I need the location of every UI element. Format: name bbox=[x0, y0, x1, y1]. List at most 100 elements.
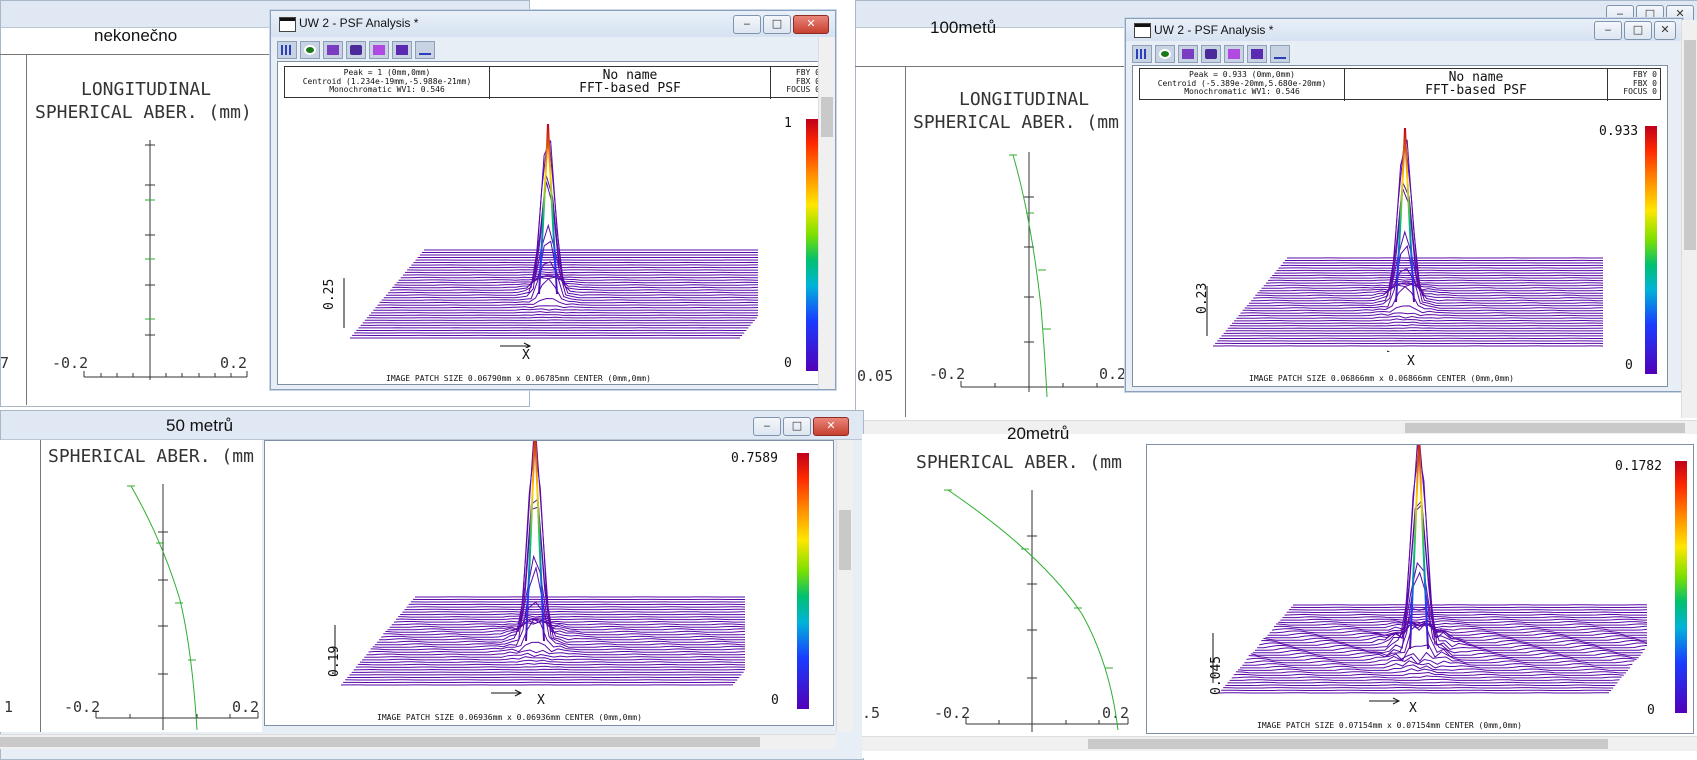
colorbar-max: 0.933 bbox=[1599, 124, 1638, 139]
psf-trace bbox=[1272, 275, 1603, 276]
psf-trace bbox=[407, 607, 746, 608]
psf-trace bbox=[373, 309, 758, 310]
circle-icon[interactable] bbox=[1201, 45, 1221, 63]
psf-trace bbox=[392, 225, 758, 287]
psf-trace bbox=[1251, 140, 1603, 301]
target-icon[interactable] bbox=[300, 41, 320, 59]
psf-vertical-scrollbar[interactable] bbox=[818, 37, 835, 389]
psf-plot-q3: 0.7589 0 0.19 X IMAGE PATCH SIZE 0.06936… bbox=[264, 440, 834, 726]
psf-colorbar bbox=[806, 119, 818, 371]
aberration-plot-q2: LONGITUDINAL SPHERICAL ABER. (mm -0.2 0.… bbox=[855, 66, 1137, 417]
psf-trace bbox=[1266, 281, 1603, 283]
psf-trace bbox=[1228, 682, 1618, 683]
vertical-scrollbar-q3[interactable] bbox=[836, 440, 853, 732]
aberration-axes bbox=[0, 440, 262, 732]
psf-colorbar bbox=[797, 453, 809, 709]
psf-title-bar[interactable]: UW 2 - PSF Analysis * ‒ □ ✕ bbox=[1126, 19, 1682, 41]
psf-trace bbox=[360, 660, 745, 662]
maximize-button[interactable]: □ bbox=[1624, 21, 1652, 40]
maximize-button[interactable]: □ bbox=[783, 417, 811, 436]
psf-plot: Peak = 1 (0mm,0mm)Centroid (1.234e-19mm,… bbox=[277, 61, 831, 385]
quadrant-title-q4: 20metrů bbox=[1007, 424, 1069, 444]
close-button[interactable]: ✕ bbox=[813, 417, 849, 436]
target-icon[interactable] bbox=[1155, 45, 1175, 63]
text-icon[interactable] bbox=[1178, 45, 1198, 63]
psf-trace bbox=[1232, 676, 1622, 678]
psf-trace bbox=[1287, 612, 1647, 613]
quadrant-title-q2: 100metů bbox=[930, 18, 996, 38]
minimize-button[interactable]: ‒ bbox=[733, 15, 761, 34]
psf-trace bbox=[1278, 621, 1647, 623]
dot-icon[interactable] bbox=[1247, 45, 1267, 63]
psf-trace bbox=[354, 669, 745, 670]
psf-trace bbox=[396, 617, 745, 619]
focus-text: FOCUS 0 bbox=[1610, 88, 1657, 97]
z-scale-label: 0.25 bbox=[322, 279, 337, 310]
psf-trace bbox=[1223, 688, 1613, 689]
wavelength-text: Monochromatic WV1: 0.546 bbox=[1140, 88, 1344, 97]
psf-footer: IMAGE PATCH SIZE 0.06790mm x 0.06785mm C… bbox=[386, 374, 651, 383]
title-bar bbox=[1, 411, 863, 440]
psf-window-q1[interactable]: UW 2 - PSF Analysis * ‒ □ ✕ Peak = 1 (0m… bbox=[270, 10, 836, 390]
aberration-axes bbox=[0, 55, 272, 405]
horizontal-scrollbar-q2[interactable] bbox=[855, 420, 1697, 435]
app-icon bbox=[279, 17, 296, 32]
grid-icon[interactable] bbox=[1132, 45, 1152, 63]
lines-icon[interactable] bbox=[1224, 45, 1244, 63]
psf-trace bbox=[403, 274, 758, 275]
lines-icon[interactable] bbox=[369, 41, 389, 59]
curve-icon[interactable] bbox=[415, 41, 435, 59]
app-icon bbox=[1134, 23, 1151, 38]
x-axis-arrow bbox=[1369, 698, 1399, 704]
curve-icon[interactable] bbox=[1270, 45, 1290, 63]
quadrant-title-q1: nekonečno bbox=[94, 26, 177, 46]
focus-text: FOCUS 0 bbox=[773, 86, 820, 95]
psf-surface bbox=[1133, 102, 1603, 352]
colorbar-min: 0 bbox=[1647, 703, 1655, 718]
x-axis-label: X bbox=[537, 693, 545, 708]
close-button[interactable]: ✕ bbox=[793, 15, 829, 34]
psf-trace bbox=[1232, 322, 1603, 323]
psf-trace bbox=[365, 320, 755, 321]
psf-plot: Peak = 0.933 (0mm,0mm)Centroid (-5.389e-… bbox=[1132, 65, 1668, 387]
psf-trace bbox=[1228, 328, 1603, 329]
psf-colorbar bbox=[1675, 461, 1687, 713]
grid-icon[interactable] bbox=[277, 41, 297, 59]
psf-plot-q4: 0.1782 0 0.045 X IMAGE PATCH SIZE 0.0715… bbox=[1146, 444, 1694, 734]
psf-trace bbox=[1234, 319, 1603, 321]
psf-window-title: UW 2 - PSF Analysis * bbox=[299, 16, 418, 30]
psf-window-q2[interactable]: UW 2 - PSF Analysis * ‒ □ ✕ Peak = 0.933… bbox=[1125, 18, 1683, 392]
psf-trace bbox=[1236, 316, 1603, 318]
psf-trace bbox=[386, 132, 758, 296]
psf-trace bbox=[1268, 279, 1603, 280]
minimize-button[interactable]: ‒ bbox=[1594, 21, 1622, 40]
psf-trace bbox=[367, 317, 757, 318]
maximize-button[interactable]: □ bbox=[763, 15, 791, 34]
psf-trace bbox=[1285, 614, 1648, 615]
x-axis-label: X bbox=[1407, 354, 1415, 369]
psf-window-title: UW 2 - PSF Analysis * bbox=[1154, 23, 1273, 37]
psf-trace bbox=[404, 609, 745, 610]
psf-footer: IMAGE PATCH SIZE 0.07154mm x 0.07154mm C… bbox=[1257, 721, 1522, 730]
psf-toolbar bbox=[277, 41, 435, 59]
psf-trace bbox=[1253, 505, 1643, 653]
horizontal-scrollbar-q3[interactable] bbox=[0, 734, 836, 749]
dot-icon[interactable] bbox=[392, 41, 412, 59]
psf-trace bbox=[407, 270, 758, 271]
psf-trace bbox=[1230, 325, 1603, 326]
close-button[interactable]: ✕ bbox=[1654, 21, 1676, 40]
colorbar-min: 0 bbox=[1625, 358, 1633, 373]
vertical-scrollbar-q2[interactable] bbox=[1681, 20, 1697, 418]
psf-title-bar[interactable]: UW 2 - PSF Analysis * ‒ □ ✕ bbox=[271, 11, 835, 37]
quadrant-title-q3: 50 metrů bbox=[166, 416, 233, 436]
psf-trace bbox=[1282, 616, 1647, 617]
psf-trace bbox=[402, 612, 745, 613]
psf-trace bbox=[383, 557, 745, 635]
horizontal-scrollbar-q4[interactable] bbox=[862, 736, 1697, 751]
z-scale-label: 0.23 bbox=[1195, 283, 1210, 314]
minimize-button[interactable]: ‒ bbox=[753, 417, 781, 436]
psf-footer: IMAGE PATCH SIZE 0.06936mm x 0.06936mm C… bbox=[377, 713, 642, 722]
psf-trace bbox=[375, 306, 758, 308]
text-icon[interactable] bbox=[323, 41, 343, 59]
circle-icon[interactable] bbox=[346, 41, 366, 59]
